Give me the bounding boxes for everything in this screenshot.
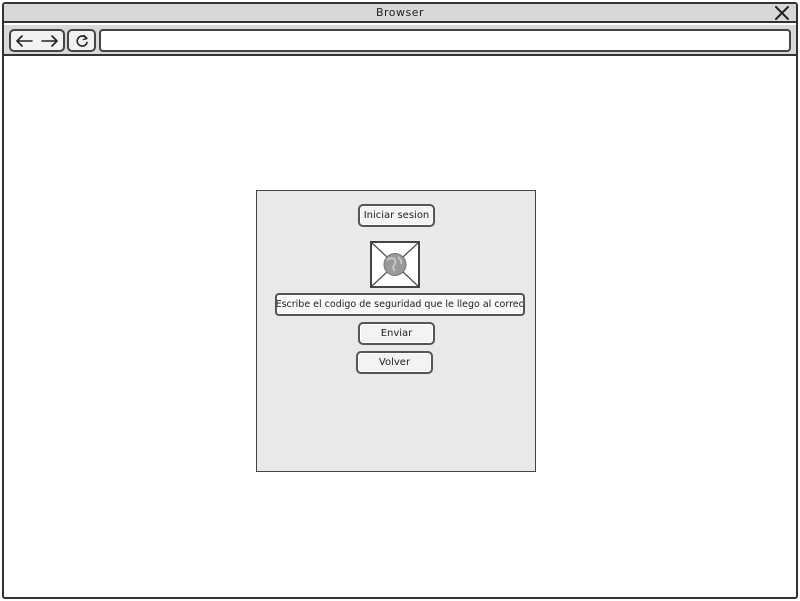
title-bar: Browser [4, 4, 796, 23]
address-bar[interactable] [99, 29, 791, 52]
send-button[interactable]: Enviar [358, 322, 435, 345]
image-placeholder [370, 241, 420, 288]
close-icon [775, 5, 789, 20]
back-button[interactable] [13, 31, 35, 50]
reload-icon [75, 34, 88, 47]
window-title: Browser [375, 6, 425, 19]
close-button[interactable] [774, 4, 790, 21]
login-button[interactable]: Iniciar sesion [358, 204, 435, 227]
nav-buttons [9, 29, 65, 52]
login-panel: Iniciar sesion Escribe el codigo de segu… [256, 190, 536, 472]
security-code-field[interactable]: Escribe el codigo de seguridad que le ll… [275, 293, 525, 316]
back-button-panel[interactable]: Volver [356, 351, 433, 374]
browser-toolbar [4, 25, 796, 56]
image-placeholder-icon [371, 242, 419, 287]
arrow-right-icon [41, 34, 58, 47]
arrow-left-icon [16, 34, 33, 47]
forward-button[interactable] [39, 31, 61, 50]
reload-button[interactable] [67, 29, 96, 52]
